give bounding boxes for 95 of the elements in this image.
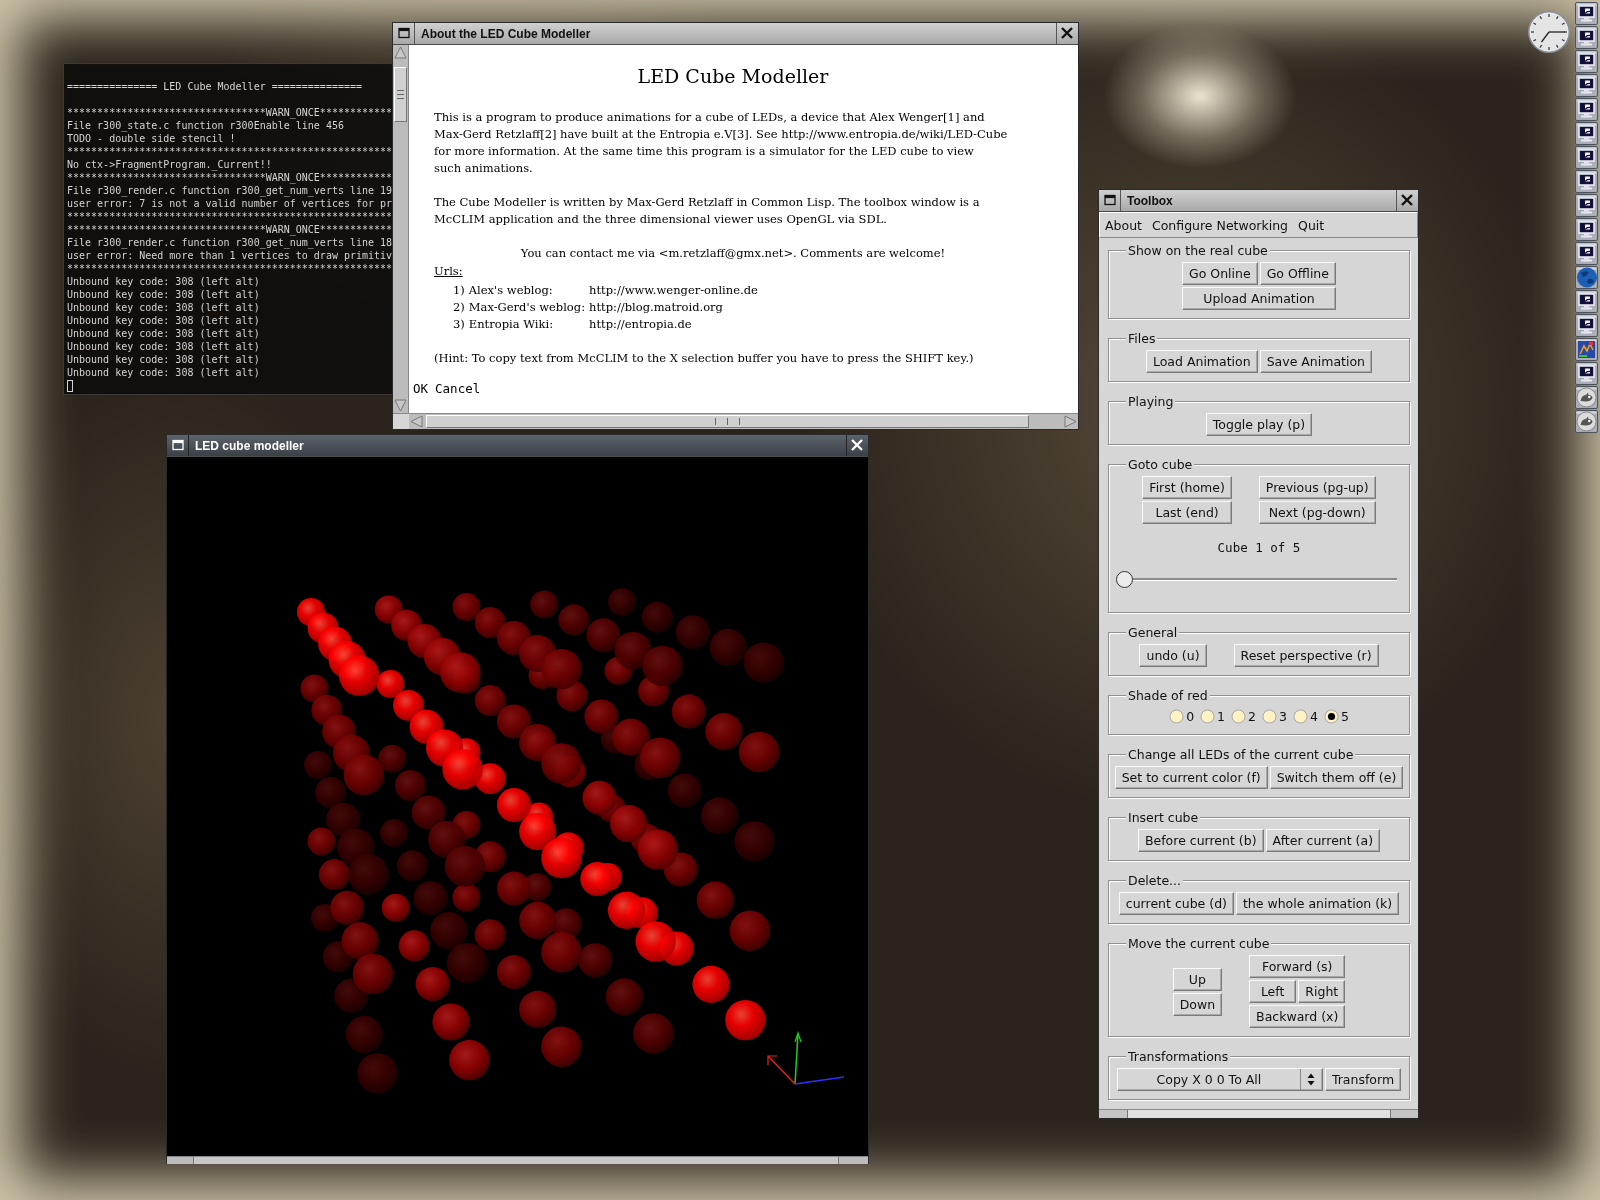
toolbox-button[interactable]: Forward (s) (1249, 955, 1346, 978)
slider-thumb[interactable] (1116, 571, 1133, 588)
toolbox-button[interactable]: Left (1249, 980, 1297, 1003)
toolbox-button[interactable]: Previous (pg-up) (1258, 476, 1376, 499)
group-label: Insert cube (1126, 810, 1201, 825)
radio-option[interactable]: 3 (1262, 709, 1287, 724)
menu-item[interactable]: About (1100, 217, 1147, 233)
group-label: Goto cube (1126, 457, 1195, 472)
menu-item[interactable]: Quit (1293, 217, 1330, 233)
monitor-icon[interactable] (1575, 314, 1598, 337)
toolbox-button[interactable]: Last (end) (1142, 501, 1232, 524)
horizontal-scrollbar[interactable] (409, 414, 1078, 429)
group-label: Delete... (1126, 873, 1183, 888)
group-label: General (1126, 625, 1180, 640)
toolbox-button[interactable]: Save Animation (1259, 350, 1373, 373)
dialog-button[interactable]: OK (413, 381, 429, 397)
window-title: LED cube modeller (194, 438, 305, 453)
cursor-icon (67, 380, 73, 392)
url-label: Max-Gerd's weblog: (468, 299, 586, 316)
group-label: Files (1126, 331, 1158, 346)
menu-item[interactable]: Configure Networking (1146, 217, 1294, 233)
monitor-icon[interactable] (1575, 290, 1598, 313)
toolbox-button[interactable]: Reset perspective (r) (1233, 644, 1379, 667)
axes-icon (767, 1031, 845, 1085)
window-title: Toolbox (1126, 193, 1174, 208)
toolbox-button[interactable]: Load Animation (1145, 350, 1258, 373)
dialog-heading: LED Cube Modeller (636, 64, 830, 89)
toolbox-button[interactable]: Next (pg-down) (1258, 501, 1376, 524)
monitor-icon[interactable] (1575, 242, 1598, 265)
paragraph: This is a program to produce animations for a cube of LEDs, a device that Alex Wenger[1] and Max-Gerd Retzlaff[2] have built at the Entropia e.V[3]. See http://www.entropia.de/wiki/LED-Cube for more information. At the same time this program is a simulator for the LED cube to view such animations. (434, 109, 1009, 177)
group-label: Change all LEDs of the current cube (1126, 747, 1356, 762)
monitor-icon[interactable] (1575, 74, 1598, 97)
monitor-icon[interactable] (1575, 26, 1598, 49)
toolbox-button[interactable]: Toggle play (p) (1205, 413, 1313, 436)
chart-icon[interactable] (1575, 338, 1598, 361)
toolbox-button[interactable]: Up (1172, 967, 1223, 991)
monitor-icon[interactable] (1575, 194, 1598, 217)
url-text: http://entropia.de (589, 316, 693, 333)
url-label: Alex's weblog: (468, 282, 554, 299)
window-title: About the LED Cube Modeller (420, 26, 592, 41)
up-down-arrows-icon (1307, 1073, 1316, 1086)
toolbox-button[interactable]: Set to current color (f) (1114, 766, 1268, 789)
group-label: Transformations (1126, 1049, 1231, 1064)
toolbox-button[interactable]: undo (u) (1139, 644, 1207, 667)
url-text: http://www.wenger-online.de (589, 282, 759, 299)
toolbox-button[interactable]: Before current (b) (1137, 829, 1264, 852)
toolbox-button[interactable]: After current (a) (1265, 829, 1381, 852)
monitor-icon[interactable] (1575, 146, 1598, 169)
animal-icon[interactable] (1575, 386, 1598, 409)
group-label: Move the current cube (1126, 936, 1272, 951)
radio-option[interactable]: 0 (1169, 709, 1195, 724)
clock-icon (1527, 10, 1571, 54)
group-label: Show on the real cube (1126, 243, 1270, 258)
urls-label: Urls: (434, 263, 463, 280)
monitor-icon[interactable] (1575, 218, 1598, 241)
toolbox-button[interactable]: Backward (x) (1249, 1005, 1346, 1028)
paragraph: The Cube Modeller is written by Max-Gerd Retzlaff in Common Lisp. The toolbox window is a McCLIM application and the three dimensional viewer uses OpenGL via SDL. (434, 194, 981, 228)
toolbox-button[interactable]: Upload Animation (1182, 287, 1336, 310)
hint-text: (Hint: To copy text from McCLIM to the X selection buffer you have to press the SHIFT key.) (434, 350, 975, 367)
list-number: 1) (453, 282, 465, 299)
toolbox-button[interactable]: Down (1172, 992, 1223, 1016)
monitor-icon[interactable] (1575, 98, 1598, 121)
url-text: http://blog.matroid.org (589, 299, 724, 316)
list-number: 2) (453, 299, 465, 316)
monitor-icon[interactable] (1575, 362, 1598, 385)
dialog-button[interactable]: Cancel (435, 381, 481, 397)
url-label: Entropia Wiki: (468, 316, 555, 333)
scrollbar-thumb[interactable] (426, 415, 1029, 428)
terminal-output: =============== LED Cube Modeller =============== *********************************WARN_ONCE************ File r300_state.c function r300Enable line 456 TODO - double side stencil ! ****************************************************** No ctx->FragmentProgram._Current!! *********************************WARN_ONCE************ File r300_render.c function r300_get_num_verts line 19 user error: 7 is not a valid number of vertices for pr ****************************************************** *********************************WARN_ONCE************ File r300_render.c function r300_get_num_verts line 18 user error: Need more than 1 vertices to draw primitiv ****************************************************** Unbound key code: 308 (left alt) Unbound key code: 308 (left alt) Unbound key code: 308 (left alt) Unbound key code: 308 (left alt) Unbound key code: 308 (left alt) Unbound key code: 308 (left alt) Unbound key code: 308 (left alt) Unbound key code: 308 (left alt) (67, 80, 393, 379)
dropdown[interactable]: Copy X 0 0 To All (1116, 1068, 1323, 1091)
monitor-icon[interactable] (1575, 50, 1598, 73)
scrollbar-thumb[interactable] (394, 67, 407, 122)
toolbox-button[interactable]: Go Offline (1259, 262, 1336, 285)
toolbox-button[interactable]: Go Online (1182, 262, 1258, 285)
toolbox-button[interactable]: Transform (1324, 1068, 1402, 1091)
globe-icon[interactable] (1575, 266, 1598, 289)
vertical-scrollbar[interactable] (393, 45, 409, 413)
toolbox-button[interactable]: the whole animation (k) (1235, 892, 1400, 915)
radio-option[interactable]: 2 (1231, 709, 1256, 724)
contact-text: You can contact me via <m.retzlaff@gmx.net>. Comments are welcome! (519, 245, 947, 262)
group-label: Playing (1126, 394, 1176, 409)
monitor-icon[interactable] (1575, 122, 1598, 145)
radio-option[interactable]: 1 (1200, 709, 1226, 724)
group-label: Shade of red (1126, 688, 1210, 703)
list-number: 3) (453, 316, 465, 333)
toolbox-button[interactable]: First (home) (1142, 476, 1232, 499)
toolbox-button[interactable]: Right (1298, 980, 1346, 1003)
monitor-icon[interactable] (1575, 170, 1598, 193)
toolbox-button[interactable]: current cube (d) (1118, 892, 1234, 915)
radio-option[interactable]: 4 (1292, 709, 1318, 724)
radio-option[interactable]: 5 (1323, 709, 1349, 724)
cube-counter: Cube 1 of 5 (1216, 540, 1302, 556)
toolbox-button[interactable]: Switch them off (e) (1269, 766, 1404, 789)
monitor-icon[interactable] (1575, 2, 1598, 25)
animal-icon[interactable] (1575, 410, 1598, 433)
